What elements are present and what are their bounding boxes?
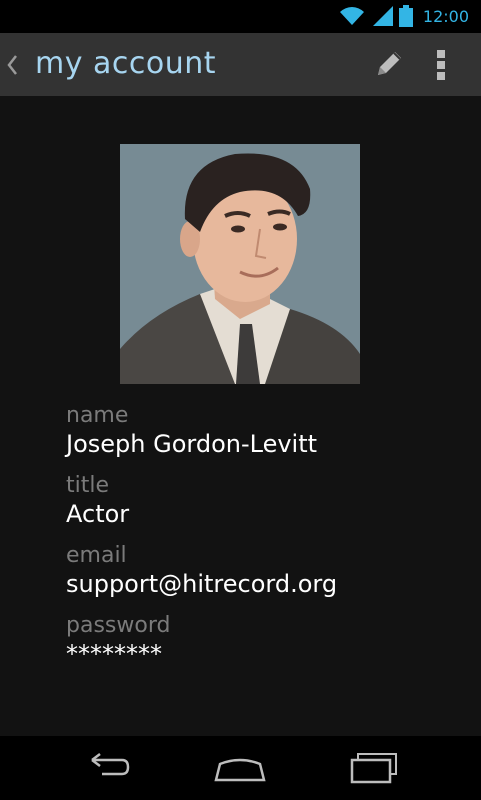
name-value: Joseph Gordon-Levitt — [66, 430, 318, 458]
recent-apps-icon[interactable] — [346, 750, 402, 786]
email-field[interactable]: email support@hitrecord.org — [66, 542, 466, 612]
password-label: password — [66, 613, 171, 638]
name-field[interactable]: name Joseph Gordon-Levitt — [66, 402, 466, 472]
cell-signal-icon — [372, 6, 393, 26]
account-content: name Joseph Gordon-Levitt title Actor em… — [0, 96, 481, 736]
wifi-icon — [339, 7, 364, 25]
up-caret-icon[interactable] — [4, 52, 22, 78]
status-icons: 12:00 — [339, 4, 469, 28]
title-value: Actor — [66, 500, 130, 528]
password-value: ******** — [66, 640, 162, 668]
edit-pencil-icon[interactable] — [372, 47, 406, 81]
account-fields: name Joseph Gordon-Levitt title Actor em… — [66, 402, 466, 682]
system-nav-bar — [0, 736, 481, 800]
name-label: name — [66, 403, 129, 428]
battery-icon — [398, 5, 413, 27]
profile-photo — [120, 144, 360, 384]
back-icon[interactable] — [78, 750, 134, 786]
page-title[interactable]: my account — [35, 44, 216, 84]
action-bar: my account — [0, 33, 481, 96]
password-field[interactable]: password ******** — [66, 612, 466, 682]
title-label: title — [66, 473, 110, 498]
status-bar: 12:00 — [0, 0, 481, 33]
home-icon[interactable] — [212, 750, 268, 786]
title-field[interactable]: title Actor — [66, 472, 466, 542]
email-label: email — [66, 543, 127, 568]
email-value: support@hitrecord.org — [66, 570, 338, 598]
overflow-menu-icon[interactable] — [430, 47, 452, 83]
status-time: 12:00 — [422, 6, 469, 26]
